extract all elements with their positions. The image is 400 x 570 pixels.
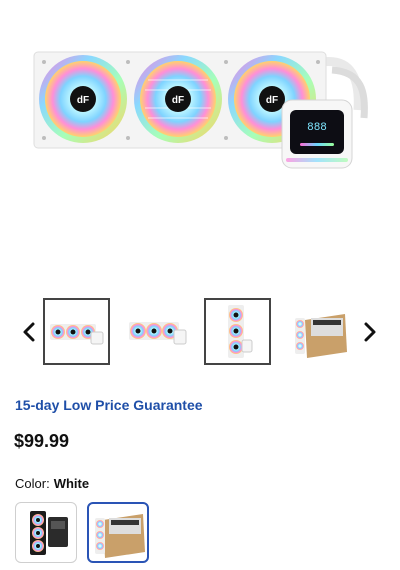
swatch-image <box>95 514 145 558</box>
color-label: Color: <box>15 476 50 491</box>
gallery-thumbnail-2[interactable] <box>124 298 191 365</box>
pump-block: 888 <box>281 99 353 169</box>
pump-display-digits: 888 <box>307 122 327 134</box>
fan-logo-3: dF <box>266 95 278 106</box>
gallery-thumbnail-1[interactable] <box>43 298 110 365</box>
thumbnail-image <box>129 322 187 345</box>
product-hero-image: dF dF dF 888 <box>0 0 400 290</box>
chevron-right-icon[interactable] <box>357 320 381 344</box>
gallery-thumbnail-3[interactable] <box>204 298 271 365</box>
fan-logo-1: dF <box>77 95 89 106</box>
image-gallery-carousel <box>0 298 400 370</box>
product-price: $99.99 <box>14 431 70 451</box>
fan-logo-2: dF <box>172 95 184 106</box>
color-option-black[interactable] <box>15 502 77 563</box>
aio-cooler-illustration: dF dF dF 888 <box>33 51 368 169</box>
color-value: White <box>53 476 90 491</box>
chevron-left-icon[interactable] <box>18 320 42 344</box>
thumbnail-image <box>228 305 253 358</box>
color-selector-label: Color: White <box>15 476 89 491</box>
color-option-white[interactable] <box>87 502 149 563</box>
gallery-thumbnail-4[interactable] <box>285 298 352 365</box>
swatch-image <box>30 511 68 555</box>
thumbnail-image <box>295 314 347 358</box>
thumbnail-image <box>50 324 104 345</box>
price-guarantee-link[interactable]: 15-day Low Price Guarantee <box>15 397 203 413</box>
